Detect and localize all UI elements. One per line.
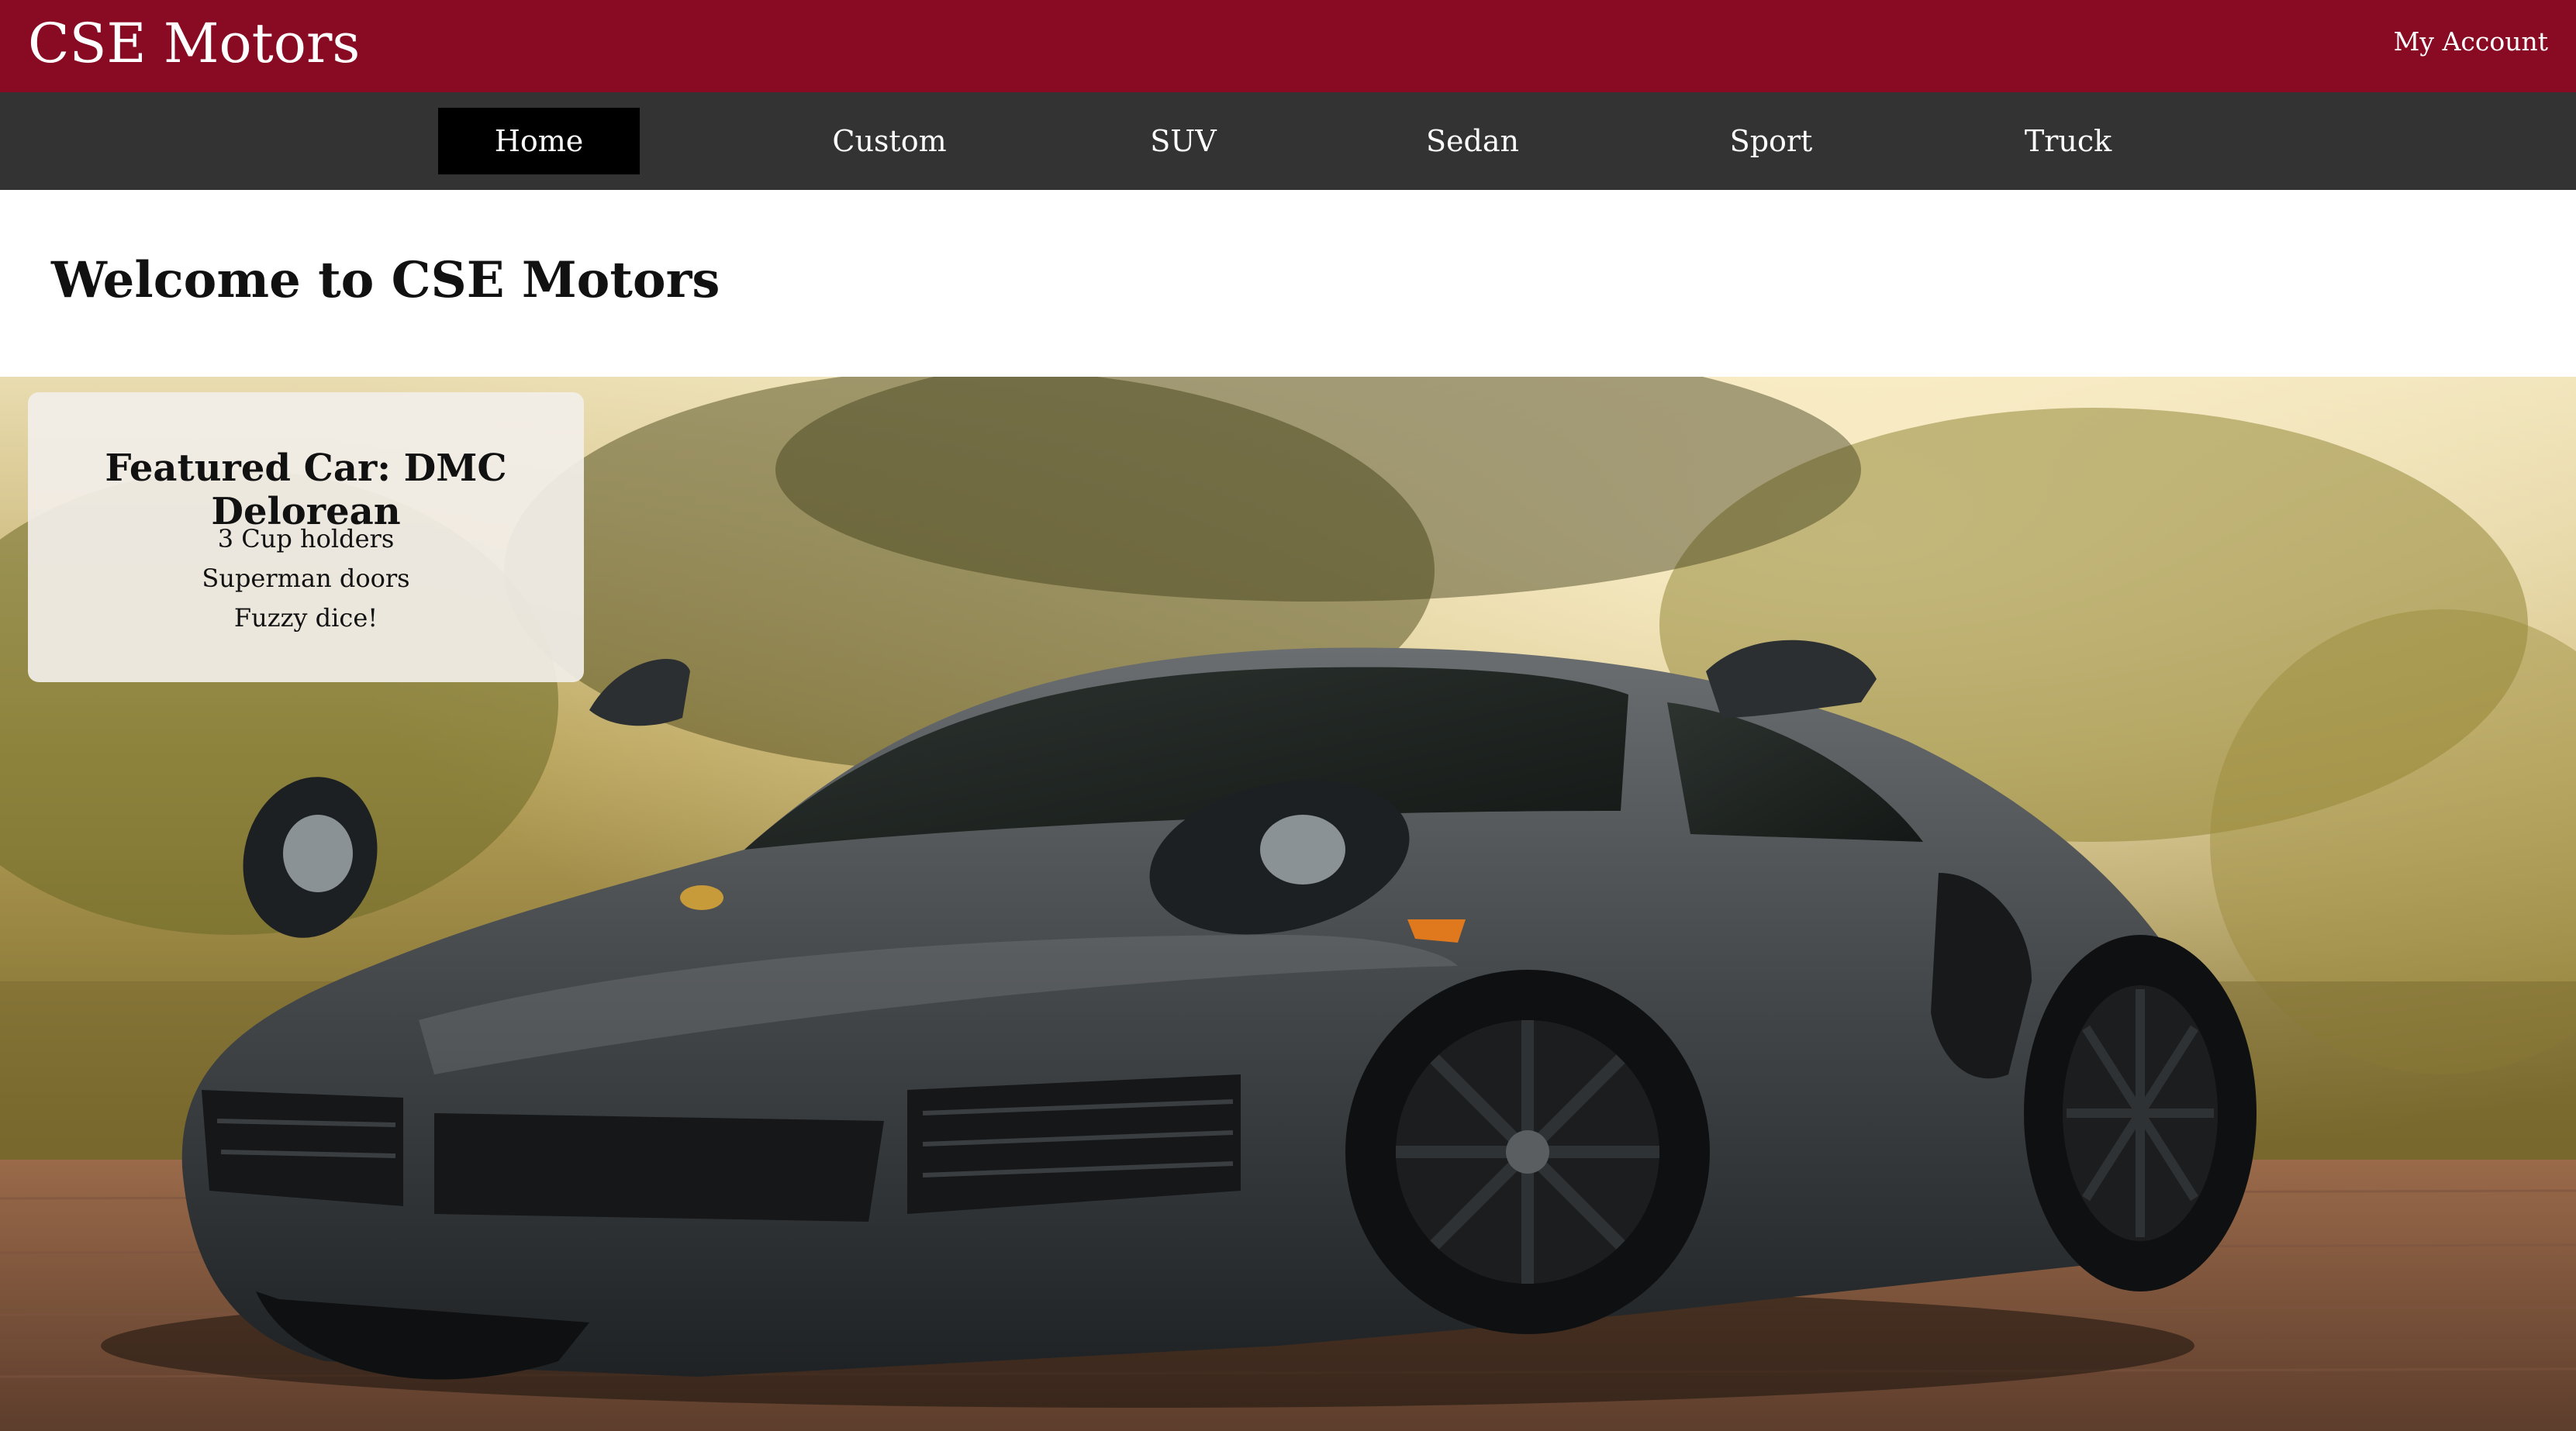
nav-item-sedan[interactable]: Sedan (1372, 108, 1573, 174)
feature-item: 3 Cup holders (217, 524, 395, 553)
nav-item-suv[interactable]: SUV (1083, 108, 1284, 174)
feature-item: Superman doors (202, 564, 410, 593)
featured-car-card: Featured Car: DMC Delorean 3 Cup holders… (28, 392, 584, 682)
nav-item-custom[interactable]: Custom (789, 108, 990, 174)
featured-car-features: 3 Cup holders Superman doors Fuzzy dice! (28, 519, 584, 638)
nav-item-truck[interactable]: Truck (1967, 108, 2169, 174)
main-navigation: Home Custom SUV Sedan Sport Truck (0, 92, 2576, 190)
page-heading: Welcome to CSE Motors (51, 251, 720, 309)
nav-item-sport[interactable]: Sport (1670, 108, 1872, 174)
nav-item-home[interactable]: Home (438, 108, 640, 174)
feature-item: Fuzzy dice! (233, 603, 378, 633)
site-title[interactable]: CSE Motors (28, 12, 360, 74)
my-account-link[interactable]: My Account (2394, 26, 2548, 57)
site-header: CSE Motors My Account (0, 0, 2576, 92)
